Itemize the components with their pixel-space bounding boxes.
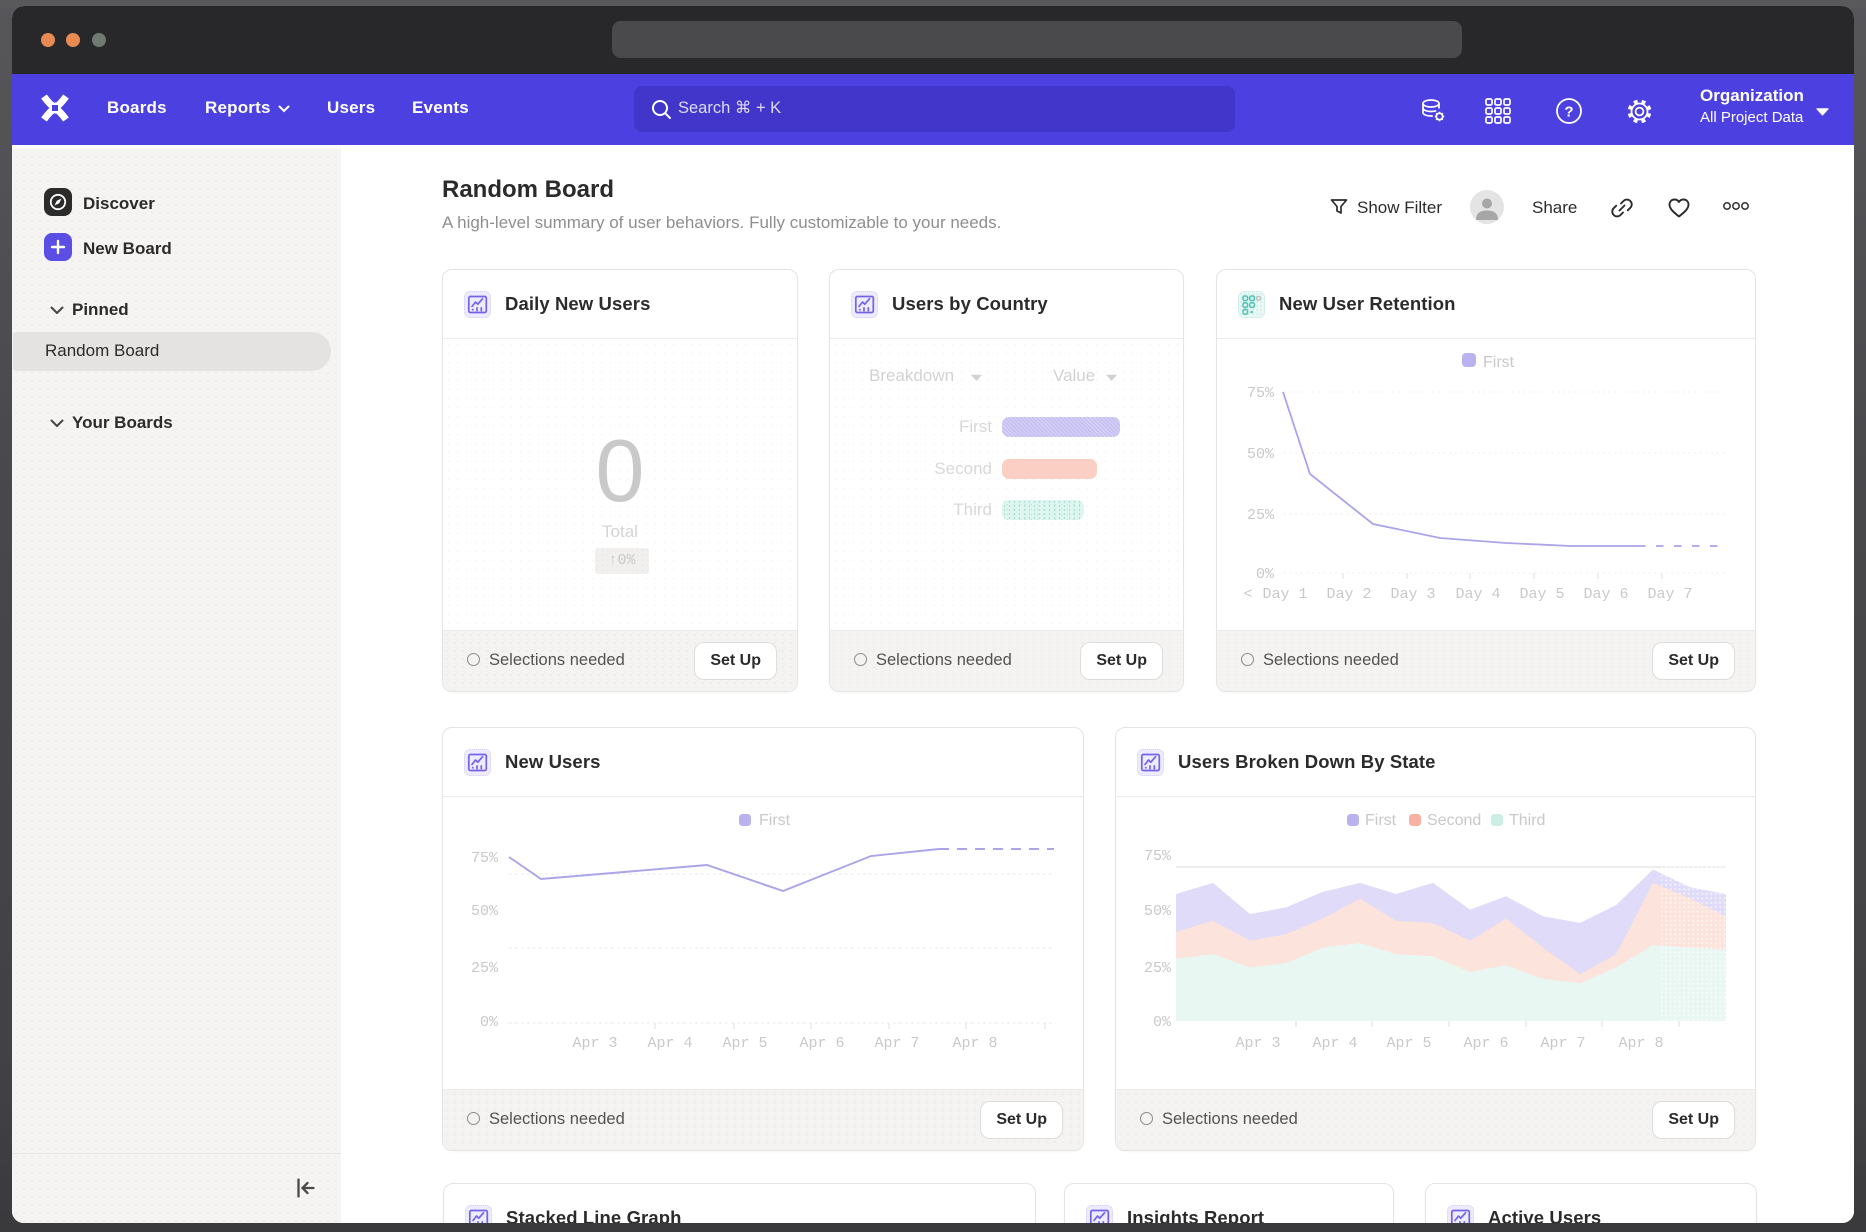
svg-text:Day 5: Day 5 xyxy=(1519,586,1564,603)
svg-text:75%: 75% xyxy=(1144,848,1172,865)
svg-text:Day 3: Day 3 xyxy=(1390,586,1435,603)
svg-text:75%: 75% xyxy=(1247,385,1275,402)
svg-text:Apr 4: Apr 4 xyxy=(1312,1035,1357,1052)
svg-text:0%: 0% xyxy=(1153,1014,1172,1031)
svg-text:First: First xyxy=(759,812,791,829)
svg-text:Apr 7: Apr 7 xyxy=(874,1035,919,1052)
svg-text:Apr 5: Apr 5 xyxy=(1386,1035,1431,1052)
svg-text:Apr 7: Apr 7 xyxy=(1540,1035,1585,1052)
svg-text:Day 4: Day 4 xyxy=(1455,586,1500,603)
svg-text:First: First xyxy=(1365,812,1397,829)
svg-text:<: < xyxy=(1243,586,1252,603)
svg-text:50%: 50% xyxy=(1144,903,1172,920)
svg-text:First: First xyxy=(1483,354,1515,371)
svg-text:Third: Third xyxy=(1509,812,1545,829)
svg-text:Apr 8: Apr 8 xyxy=(952,1035,997,1052)
svg-text:Apr 6: Apr 6 xyxy=(799,1035,844,1052)
svg-text:50%: 50% xyxy=(471,903,499,920)
svg-text:Second: Second xyxy=(1427,812,1481,829)
svg-text:Apr 5: Apr 5 xyxy=(722,1035,767,1052)
svg-text:0%: 0% xyxy=(1256,566,1275,583)
svg-text:?: ? xyxy=(1564,104,1573,121)
svg-text:25%: 25% xyxy=(1144,960,1172,977)
svg-text:0%: 0% xyxy=(480,1014,499,1031)
svg-text:Day 1: Day 1 xyxy=(1262,586,1307,603)
svg-text:Apr 3: Apr 3 xyxy=(1235,1035,1280,1052)
svg-text:Day 7: Day 7 xyxy=(1647,586,1692,603)
svg-text:Day 2: Day 2 xyxy=(1326,586,1371,603)
svg-text:Apr 4: Apr 4 xyxy=(647,1035,692,1052)
svg-text:Apr 3: Apr 3 xyxy=(572,1035,617,1052)
svg-text:Day 6: Day 6 xyxy=(1583,586,1628,603)
svg-text:25%: 25% xyxy=(1247,507,1275,524)
svg-text:25%: 25% xyxy=(471,960,499,977)
svg-text:50%: 50% xyxy=(1247,446,1275,463)
svg-text:75%: 75% xyxy=(471,850,499,867)
svg-text:Apr 6: Apr 6 xyxy=(1463,1035,1508,1052)
svg-text:Apr 8: Apr 8 xyxy=(1618,1035,1663,1052)
